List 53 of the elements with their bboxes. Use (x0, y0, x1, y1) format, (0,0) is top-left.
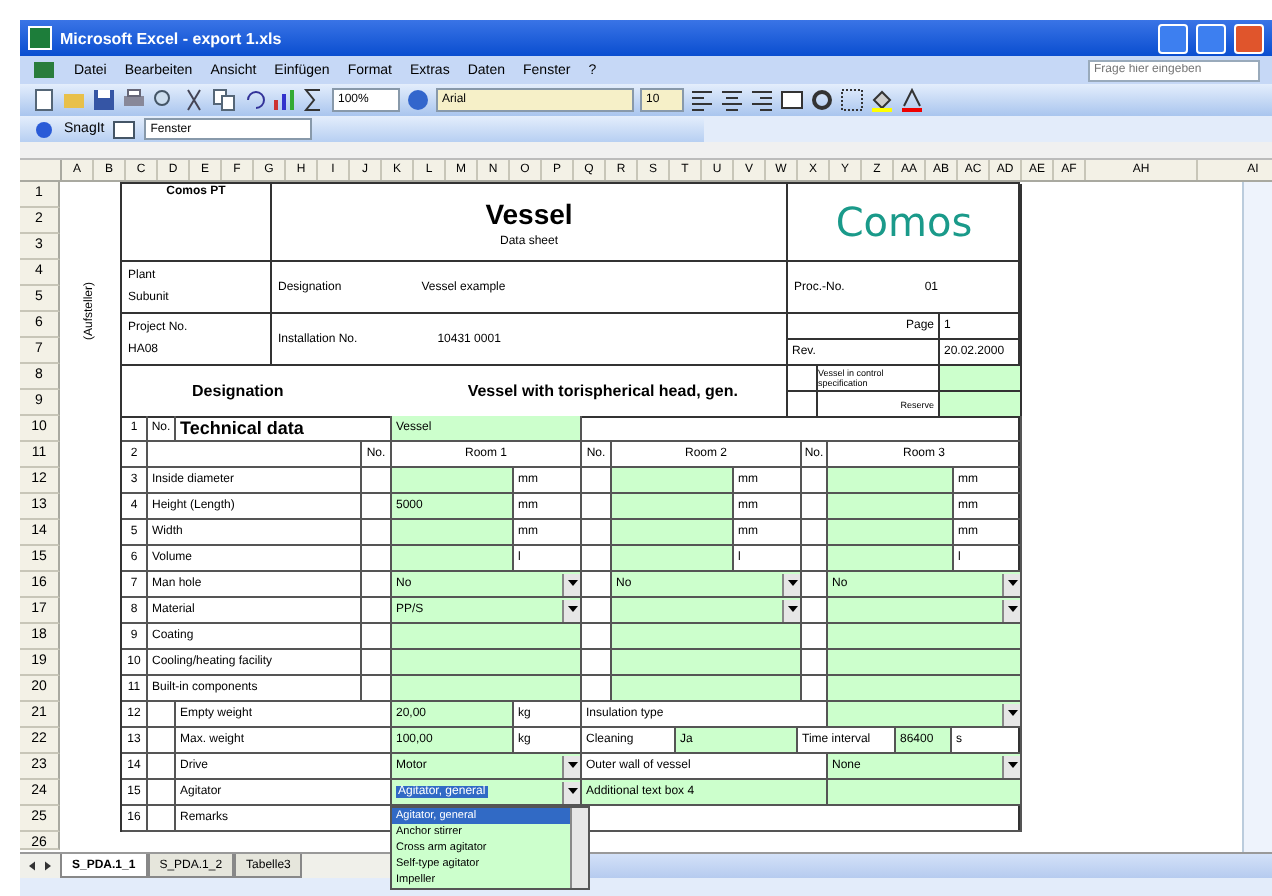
undo-icon[interactable] (242, 88, 266, 112)
logo: Comos (835, 198, 973, 246)
value-field[interactable] (828, 468, 954, 494)
value-field[interactable] (612, 650, 802, 676)
value-field[interactable] (392, 650, 582, 676)
value-field[interactable] (392, 624, 582, 650)
align-center-icon[interactable] (720, 88, 744, 112)
minimize-button[interactable] (1158, 23, 1188, 53)
print-icon[interactable] (122, 88, 146, 112)
sum-icon[interactable] (302, 88, 326, 112)
value-field[interactable] (828, 520, 954, 546)
workbook-icon[interactable] (32, 58, 56, 82)
excel-app-icon (28, 26, 52, 50)
sheet-title: Vessel (485, 197, 573, 229)
value-field[interactable] (828, 546, 954, 572)
value-field[interactable] (828, 780, 1022, 806)
align-right-icon[interactable] (750, 88, 774, 112)
maximize-button[interactable] (1196, 23, 1226, 53)
dropdown-field[interactable] (828, 702, 1022, 728)
value-field[interactable] (612, 468, 734, 494)
value-field[interactable] (612, 676, 802, 702)
field-value: Vessel with torispherical head, gen. (467, 382, 738, 400)
borders-icon[interactable] (840, 88, 864, 112)
value-field[interactable] (828, 624, 1022, 650)
section-title: Technical data (176, 416, 392, 442)
close-button[interactable] (1234, 23, 1264, 53)
window-title: Microsoft Excel - export 1.xls (60, 29, 282, 47)
dropdown-field[interactable] (612, 598, 802, 624)
dropdown-field[interactable] (828, 598, 1022, 624)
value-field[interactable] (392, 546, 514, 572)
window-icon[interactable] (112, 117, 137, 141)
value-field[interactable] (612, 520, 734, 546)
value-field[interactable] (612, 624, 802, 650)
vertical-scrollbar[interactable] (1242, 182, 1272, 852)
save-icon[interactable] (92, 88, 116, 112)
align-left-icon[interactable] (690, 88, 714, 112)
field-label: Designation (192, 382, 284, 400)
chart-icon[interactable] (272, 88, 296, 112)
value-field[interactable] (828, 650, 1022, 676)
value-field[interactable] (828, 494, 954, 520)
value-field[interactable] (940, 366, 1020, 390)
value-field[interactable] (392, 468, 514, 494)
font-color-icon[interactable] (900, 88, 924, 112)
value-field[interactable] (392, 520, 514, 546)
value-field[interactable] (392, 676, 582, 702)
value-field[interactable] (612, 546, 734, 572)
value-field[interactable] (828, 676, 1022, 702)
cut-icon[interactable] (182, 88, 206, 112)
new-file-icon[interactable] (32, 88, 56, 112)
value-field[interactable] (940, 392, 1020, 416)
fill-color-icon[interactable] (870, 88, 894, 112)
copy-icon[interactable] (212, 88, 236, 112)
value-field[interactable] (612, 494, 734, 520)
